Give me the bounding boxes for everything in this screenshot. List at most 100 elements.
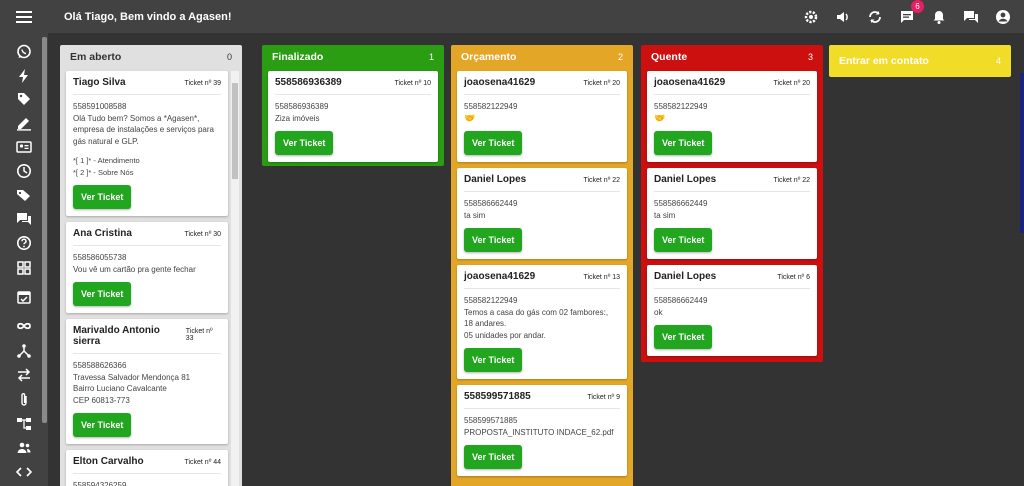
ticket-number: Ticket nº 30 [184, 231, 221, 238]
contact-name: 558599571885 [464, 391, 531, 402]
column-quente: Quente 3 joaosena41629 Ticket nº 20 5585… [641, 45, 823, 362]
ticket-card: joaosena41629 Ticket nº 20 558582122949 … [457, 71, 627, 162]
sidebar-scrollbar[interactable] [42, 37, 47, 423]
sidebar [0, 33, 48, 486]
contact-phone: 558599571885 [464, 416, 518, 425]
forum-icon[interactable] [960, 6, 982, 28]
column-em-aberto: Em aberto 0 Tiago Silva Ticket nº 39 558… [60, 45, 242, 486]
ticket-card: Tiago Silva Ticket nº 39 558591008588 Ol… [66, 71, 228, 216]
ver-ticket-button[interactable]: Ver Ticket [464, 131, 523, 155]
contact-phone: 558582122949 [464, 296, 518, 305]
contact-card-icon[interactable] [14, 137, 34, 157]
chat-notification-icon[interactable]: 6 [896, 0, 924, 28]
column-body: joaosena41629 Ticket nº 20 558582122949 … [451, 69, 633, 486]
contact-name: 558586936389 [275, 77, 342, 88]
next-column-edge [1020, 73, 1024, 233]
message-line: Travessa Salvador Mendonça 81 [73, 372, 191, 382]
ticket-card: 558599571885 Ticket nº 9 558599571885 PR… [457, 385, 627, 476]
paperclip-icon[interactable] [14, 390, 34, 410]
code-icon[interactable] [14, 462, 34, 482]
message-line: PROPOSTA_INSTITUTO INDACE_62.pdf [464, 427, 614, 437]
message-line: Temos a casa do gás com 02 fambores:, [464, 307, 609, 317]
ticket-number: Ticket nº 20 [583, 80, 620, 87]
transfer-icon[interactable] [14, 365, 34, 385]
column-title: Finalizado [272, 51, 324, 63]
users-icon[interactable] [14, 438, 34, 458]
message-line: 05 unidades por andar. [464, 330, 546, 340]
account-icon[interactable] [992, 6, 1014, 28]
contact-phone: 558586662449 [654, 199, 708, 208]
whatsapp-icon[interactable] [14, 42, 34, 62]
contact-name: Elton Carvalho [73, 456, 144, 467]
contact-name: Daniel Lopes [464, 174, 527, 185]
fork-icon[interactable] [14, 341, 34, 361]
ticket-card: joaosena41629 Ticket nº 20 558582122949 … [647, 71, 817, 162]
message-line: ta sim [464, 210, 486, 220]
column-count: 3 [807, 52, 813, 62]
menu-button[interactable] [0, 0, 48, 33]
contact-phone: 558586936389 [275, 102, 329, 111]
ver-ticket-button[interactable]: Ver Ticket [654, 325, 713, 349]
ver-ticket-button[interactable]: Ver Ticket [654, 228, 713, 252]
ver-ticket-button[interactable]: Ver Ticket [464, 228, 523, 252]
column-title: Entrar em contato [839, 55, 929, 67]
ticket-card: 558586936389 Ticket nº 10 558586936389 Z… [268, 71, 438, 162]
menu-icon [16, 10, 32, 23]
infinity-icon[interactable] [14, 316, 34, 336]
message-line: Bairro Luciano Cavalcante [73, 384, 167, 393]
ver-ticket-button[interactable]: Ver Ticket [464, 445, 523, 469]
ticket-number: Ticket nº 22 [773, 177, 810, 184]
help-icon[interactable] [14, 233, 34, 253]
bell-icon[interactable] [928, 6, 950, 28]
column-header: Entrar em contato 4 [829, 45, 1011, 77]
column-orcamento: Orçamento 2 joaosena41629 Ticket nº 20 5… [451, 45, 633, 486]
ver-ticket-button[interactable]: Ver Ticket [275, 131, 334, 155]
clock-icon[interactable] [14, 161, 34, 181]
ticket-number: Ticket nº 33 [185, 328, 213, 342]
ticket-card: Daniel Lopes Ticket nº 22 558586662449 t… [647, 168, 817, 259]
ver-ticket-button[interactable]: Ver Ticket [73, 413, 132, 437]
top-app-bar: Olá Tiago, Bem vindo a Agasen! 6 [0, 0, 1024, 33]
column-count: 1 [428, 52, 434, 62]
tags-icon[interactable] [14, 185, 34, 205]
flash-icon[interactable] [14, 66, 34, 86]
column-finalizado: Finalizado 1 558586936389 Ticket nº 10 5… [262, 45, 444, 166]
ticket-number: Ticket nº 39 [184, 80, 221, 87]
contact-name: Daniel Lopes [654, 174, 717, 185]
contact-name: joaosena41629 [464, 77, 536, 88]
column-body: Tiago Silva Ticket nº 39 558591008588 Ol… [60, 69, 242, 486]
column-scroll-thumb[interactable] [232, 83, 238, 179]
contact-phone: 558582122949 [464, 102, 518, 111]
message-option: *[ 1 ]* - Atendimento [73, 156, 140, 165]
dashboard-icon[interactable] [14, 258, 34, 278]
calendar-check-icon[interactable] [14, 287, 34, 307]
welcome-greeting: Olá Tiago, Bem vindo a Agasen! [64, 10, 232, 23]
contact-name: joaosena41629 [654, 77, 726, 88]
message-line: 18 andares. [464, 319, 507, 328]
contact-name: Marivaldo Antonio sierra [73, 325, 160, 347]
ver-ticket-button[interactable]: Ver Ticket [464, 348, 523, 372]
message-line: Olá Tudo bem? Somos a *Agasen*, [73, 113, 200, 123]
contact-phone: 558594326259 [73, 481, 127, 486]
ver-ticket-button[interactable]: Ver Ticket [73, 282, 132, 306]
contact-name: Ana Cristina [73, 228, 132, 239]
tag-icon[interactable] [14, 89, 34, 109]
volume-icon[interactable] [832, 6, 854, 28]
settings-icon[interactable] [800, 6, 822, 28]
message-option: *[ 2 ]* - Sobre Nós [73, 167, 134, 177]
ticket-card: Daniel Lopes Ticket nº 6 558586662449 ok… [647, 265, 817, 356]
column-entrar-em-contato: Entrar em contato 4 [829, 45, 1011, 77]
contact-phone: 558588626366 [73, 361, 127, 370]
contact-phone: 558582122949 [654, 102, 708, 111]
ticket-card: joaosena41629 Ticket nº 13 558582122949 … [457, 265, 627, 379]
hierarchy-icon[interactable] [14, 414, 34, 434]
chat-icon[interactable] [14, 209, 34, 229]
ver-ticket-button[interactable]: Ver Ticket [73, 185, 132, 209]
refresh-icon[interactable] [864, 6, 886, 28]
message-line: CEP 60813-773 [73, 395, 130, 405]
ver-ticket-button[interactable]: Ver Ticket [654, 131, 713, 155]
message-line: empresa de instalações e serviços para [73, 125, 214, 134]
message-line: Vou vê um cartão pra gente fechar [73, 264, 196, 274]
column-count: 0 [226, 52, 232, 62]
pencil-icon[interactable] [14, 113, 34, 133]
